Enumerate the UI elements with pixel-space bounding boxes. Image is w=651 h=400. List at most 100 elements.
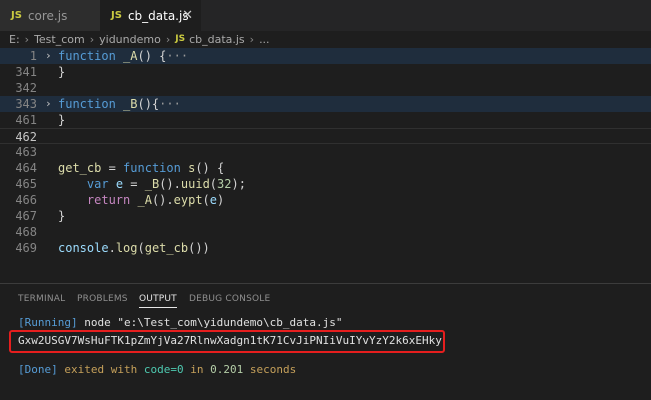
code-line[interactable]: 467}: [0, 208, 651, 224]
code-token: get_cb: [144, 241, 189, 255]
code-line[interactable]: 342: [0, 80, 651, 96]
code-token: () {: [137, 49, 167, 63]
code-token: function: [58, 49, 116, 63]
code-token: var: [86, 177, 109, 191]
code-token: e: [115, 177, 124, 191]
code-line[interactable]: 468: [0, 224, 651, 240]
code-line[interactable]: 1 › function _A() {···: [0, 48, 651, 64]
line-number: 1: [29, 49, 37, 63]
code-token: ···: [159, 97, 181, 111]
code-token: (: [209, 177, 218, 191]
line-number: 462: [15, 130, 37, 144]
code-text: }: [58, 112, 65, 128]
code-token: }: [58, 65, 66, 79]
breadcrumb-item[interactable]: E:: [9, 33, 20, 46]
code-text: console.log(get_cb()): [58, 240, 210, 256]
tab-bar: JS core.js JS cb_data.js ✕: [0, 0, 651, 31]
breadcrumb-ellipsis[interactable]: ...: [259, 33, 270, 46]
code-text: return _A().eypt(e): [58, 192, 224, 208]
code-line[interactable]: 469 console.log(get_cb()): [0, 240, 651, 256]
code-line[interactable]: 464 get_cb = function s() {: [0, 160, 651, 176]
chevron-right-icon: ›: [165, 32, 171, 46]
code-token: );: [231, 177, 246, 191]
code-token: 32: [217, 177, 232, 191]
breadcrumb-file[interactable]: cb_data.js: [189, 33, 245, 46]
code-token: (: [202, 193, 210, 207]
line-number: 468: [15, 225, 37, 239]
done-tag: [Done]: [18, 363, 58, 376]
done-text: in: [183, 363, 211, 376]
running-command: node "e:\Test_com\yidundemo\cb_data.js": [77, 316, 343, 329]
javascript-file-icon: JS: [111, 10, 122, 21]
code-token: return: [86, 193, 131, 207]
code-token: e: [209, 193, 218, 207]
line-number: 464: [15, 161, 37, 175]
tab-problems[interactable]: PROBLEMS: [77, 294, 128, 304]
code-token: uuid: [180, 177, 210, 191]
code-text: function _A() {···: [58, 48, 188, 64]
tab-output[interactable]: OUTPUT: [139, 294, 177, 308]
code-token: (){: [137, 97, 160, 111]
running-tag: [Running]: [18, 316, 78, 329]
code-text: }: [58, 64, 65, 80]
tab-core-js[interactable]: JS core.js: [0, 0, 100, 31]
line-number: 469: [15, 241, 37, 255]
code-text: var e = _B().uuid(32);: [58, 176, 246, 192]
code-editor[interactable]: 1 › function _A() {··· 341} 342 343 › function …: [0, 47, 651, 283]
line-number: 467: [15, 209, 37, 223]
code-line[interactable]: 461}: [0, 112, 651, 128]
exit-code: code=0: [143, 363, 184, 376]
code-token: .: [108, 241, 116, 255]
code-token: ().: [151, 193, 174, 207]
tab-cb-data-js[interactable]: JS cb_data.js ✕: [100, 0, 201, 31]
line-number: 341: [15, 65, 37, 79]
code-line[interactable]: 343 › function _B(){···: [0, 96, 651, 112]
chevron-right-icon: ›: [24, 32, 30, 46]
code-token: }: [58, 209, 66, 223]
code-token: =: [123, 177, 145, 191]
output-done-line: [Done] exited with code=0 in 0.201 secon…: [18, 363, 296, 376]
code-line[interactable]: 465 var e = _B().uuid(32);: [0, 176, 651, 192]
code-token: _B: [144, 177, 160, 191]
close-icon[interactable]: ✕: [182, 8, 193, 23]
output-running-line: [Running] node "e:\Test_com\yidundemo\cb…: [18, 316, 343, 329]
code-token: _A: [137, 193, 152, 207]
tab-terminal[interactable]: TERMINAL: [18, 294, 65, 304]
done-text: seconds: [243, 363, 297, 376]
code-text: function _B(){···: [58, 96, 181, 112]
code-token: ()): [188, 241, 210, 255]
breadcrumb-item[interactable]: yidundemo: [99, 33, 161, 46]
line-number: 463: [15, 145, 37, 159]
chevron-right-icon: ›: [89, 32, 95, 46]
code-token: ): [217, 193, 225, 207]
code-line[interactable]: 462: [0, 128, 651, 144]
highlight-box: [9, 330, 445, 353]
code-token: function: [123, 161, 181, 175]
javascript-file-icon: JS: [11, 10, 22, 21]
code-token: _A: [123, 49, 138, 63]
code-token: eypt: [173, 193, 203, 207]
code-token: ···: [166, 49, 189, 63]
code-token: }: [58, 113, 66, 127]
fold-chevron-icon[interactable]: ›: [45, 96, 52, 112]
breadcrumb: E: › Test_com › yidundemo › JS cb_data.j…: [0, 31, 651, 47]
tab-label: core.js: [27, 8, 68, 23]
code-line[interactable]: 341}: [0, 64, 651, 80]
code-text: get_cb = function s() {: [58, 160, 224, 176]
tab-label: cb_data.js: [127, 8, 189, 23]
code-token: _B: [123, 97, 138, 111]
code-line[interactable]: 463: [0, 144, 651, 160]
code-token: console: [58, 241, 109, 255]
breadcrumb-item[interactable]: Test_com: [34, 33, 85, 46]
elapsed-time: 0.201: [210, 363, 244, 376]
line-number: 466: [15, 193, 37, 207]
tab-debug-console[interactable]: DEBUG CONSOLE: [189, 294, 270, 304]
fold-chevron-icon[interactable]: ›: [45, 48, 52, 64]
code-line[interactable]: 466 return _A().eypt(e): [0, 192, 651, 208]
